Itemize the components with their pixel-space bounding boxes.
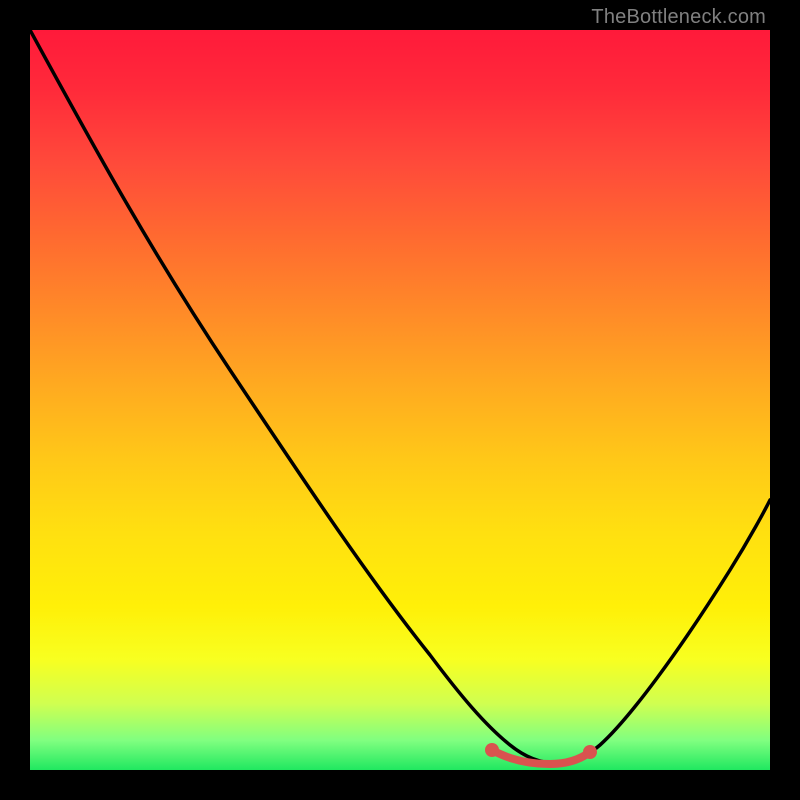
marker-left <box>485 743 499 757</box>
plot-area <box>30 30 770 770</box>
chart-frame <box>30 30 770 770</box>
watermark-text: TheBottleneck.com <box>591 6 766 29</box>
bottleneck-curve <box>30 30 770 763</box>
curve-layer <box>30 30 770 770</box>
marker-right <box>583 745 597 759</box>
optimal-range-segment <box>492 750 590 764</box>
